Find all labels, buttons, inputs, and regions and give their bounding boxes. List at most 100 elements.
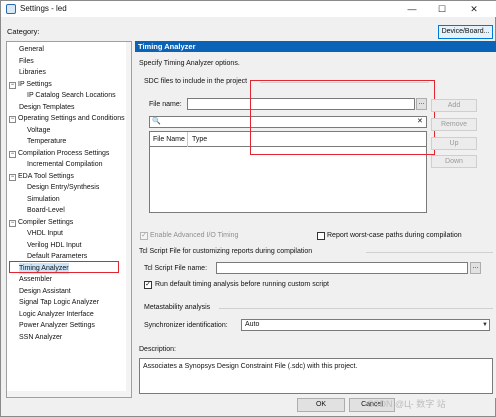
sidebar-item[interactable]: Voltage: [27, 125, 50, 136]
sidebar-item-label: Board-Level: [27, 207, 65, 214]
sidebar-item-label: Temperature: [27, 138, 67, 145]
sidebar-item[interactable]: − Operating Settings and Conditions: [9, 113, 125, 124]
minimize-icon[interactable]: —: [397, 2, 427, 16]
sidebar-item[interactable]: Assembler: [19, 274, 52, 285]
tcl-file-name-label: Tcl Script File name:: [144, 265, 208, 272]
tree-vertical-scrollbar[interactable]: [126, 42, 131, 397]
collapse-icon[interactable]: −: [9, 150, 16, 158]
tcl-browse-button[interactable]: ...: [470, 262, 481, 274]
sidebar-item[interactable]: Board-Level: [27, 205, 65, 216]
add-button[interactable]: Add: [431, 99, 477, 112]
sidebar-item-label: Signal Tap Logic Analyzer: [19, 299, 100, 306]
sidebar-item[interactable]: Files: [19, 56, 34, 67]
sidebar-item[interactable]: Power Analyzer Settings: [19, 320, 95, 331]
sidebar-item[interactable]: General: [19, 44, 44, 55]
sidebar-item[interactable]: Design Assistant: [19, 286, 71, 297]
sidebar-item-label: IP Settings: [18, 80, 52, 88]
sidebar-item[interactable]: Logic Analyzer Interface: [19, 309, 94, 320]
synchronizer-select[interactable]: Auto ▼: [241, 319, 490, 331]
metastability-group-title: Metastability analysis: [144, 304, 211, 311]
sdc-group-title: SDC files to include in the project: [144, 78, 248, 85]
description-label: Description:: [139, 346, 176, 353]
report-worst-case-label: Report worst-case paths during compilati…: [327, 232, 462, 239]
chevron-down-icon: ▼: [482, 322, 488, 328]
sidebar-item-label: VHDL Input: [27, 230, 63, 237]
sidebar-item[interactable]: Signal Tap Logic Analyzer: [19, 297, 99, 308]
panel-header: Timing Analyzer: [135, 41, 496, 52]
synchronizer-label: Synchronizer identification:: [144, 322, 228, 329]
sidebar-item-label: Files: [19, 57, 34, 65]
sidebar-item-label: Assembler: [19, 276, 53, 283]
highlight-sdc-group: [250, 80, 435, 155]
sidebar-item-label: Logic Analyzer Interface: [19, 310, 94, 318]
tcl-file-name-input[interactable]: [216, 262, 468, 274]
search-icon: 🔍: [152, 118, 161, 125]
sidebar-item[interactable]: Design Entry/Synthesis: [27, 182, 99, 193]
run-default-timing-label: Run default timing analysis before runni…: [155, 281, 329, 288]
sidebar-item-label: SSN Analyzer: [19, 333, 63, 341]
metastability-group-line: [219, 308, 493, 309]
sidebar-item-label: Voltage: [27, 126, 51, 134]
sidebar-item-label: Libraries: [19, 69, 46, 76]
sidebar-item[interactable]: − IP Settings: [9, 79, 52, 90]
sidebar-item[interactable]: − Compilation Process Settings: [9, 148, 109, 159]
tcl-group-line: [366, 252, 493, 253]
tree-horizontal-scrollbar[interactable]: [7, 391, 126, 397]
quartus-app-icon: [6, 4, 16, 14]
sidebar-item-label: Verilog HDL Input: [27, 241, 82, 249]
sidebar-item-label: Incremental Compilation: [27, 161, 103, 168]
collapse-icon[interactable]: −: [9, 219, 16, 227]
sidebar-item[interactable]: − Compiler Settings: [9, 217, 73, 228]
sdc-file-name-label: File name:: [149, 101, 182, 108]
title-bar: Settings - led — ☐ ✕: [1, 1, 496, 17]
sidebar-item[interactable]: Design Templates: [19, 102, 75, 113]
sidebar-item[interactable]: Temperature: [27, 136, 66, 147]
up-button[interactable]: Up: [431, 137, 477, 150]
sidebar-item-label: Compiler Settings: [18, 218, 74, 226]
tcl-group-title: Tcl Script File for customizing reports …: [139, 248, 313, 255]
sidebar-item[interactable]: Verilog HDL Input: [27, 240, 82, 251]
sidebar-item[interactable]: Simulation: [27, 194, 60, 205]
collapse-icon[interactable]: −: [9, 116, 16, 123]
sidebar-item-label: Compilation Process Settings: [18, 149, 110, 157]
sidebar-item-label: EDA Tool Settings: [18, 172, 74, 180]
description-box: Associates a Synopsys Design Constraint …: [139, 358, 493, 394]
sidebar-item-label: Design Entry/Synthesis: [27, 184, 100, 191]
collapse-icon[interactable]: −: [9, 173, 16, 181]
category-tree[interactable]: SSN Analyzer Power Analyzer Settings Logic…: [6, 41, 132, 398]
sdc-column-type[interactable]: Type: [192, 136, 207, 143]
category-label: Category:: [7, 27, 40, 36]
sidebar-item-label: Design Assistant: [19, 287, 71, 295]
sidebar-item[interactable]: Libraries: [19, 67, 46, 78]
description-text: Associates a Synopsys Design Constraint …: [143, 363, 358, 370]
down-button[interactable]: Down: [431, 155, 477, 168]
sdc-column-file-name[interactable]: File Name: [153, 136, 185, 143]
synchronizer-value: Auto: [245, 321, 260, 328]
sidebar-item[interactable]: Incremental Compilation: [27, 159, 102, 170]
enable-advanced-io-checkbox[interactable]: ✓: [140, 232, 148, 240]
device-board-button[interactable]: Device/Board...: [438, 25, 493, 39]
report-worst-case-checkbox[interactable]: [317, 232, 325, 240]
close-icon[interactable]: ✕: [459, 2, 489, 16]
sidebar-item[interactable]: IP Catalog Search Locations: [27, 90, 116, 101]
window-title: Settings - led: [20, 4, 67, 13]
enable-advanced-io-label: Enable Advanced I/O Timing: [150, 232, 239, 239]
sidebar-item[interactable]: SSN Analyzer: [19, 332, 62, 343]
maximize-icon[interactable]: ☐: [427, 2, 457, 16]
sidebar-item-label: Simulation: [27, 195, 60, 203]
collapse-icon[interactable]: −: [9, 81, 16, 89]
run-default-timing-checkbox[interactable]: ✓: [144, 281, 152, 289]
sidebar-item-label: IP Catalog Search Locations: [27, 92, 116, 99]
sidebar-item-label: General: [19, 46, 44, 53]
sidebar-item[interactable]: − EDA Tool Settings: [9, 171, 74, 182]
sidebar-item-label: Power Analyzer Settings: [19, 322, 95, 329]
remove-button[interactable]: Remove: [431, 118, 477, 131]
column-divider: [187, 132, 188, 147]
sidebar-item-label: Design Templates: [19, 103, 75, 111]
sidebar-item-label: Operating Settings and Conditions: [18, 115, 125, 122]
ok-button[interactable]: OK: [297, 398, 345, 412]
settings-window: Settings - led — ☐ ✕ Category: Device/Bo…: [0, 0, 496, 417]
highlight-timing-analyzer: [9, 261, 119, 273]
watermark-text: CSDN @Ц- 数字 站: [367, 399, 446, 409]
sidebar-item[interactable]: VHDL Input: [27, 228, 63, 239]
